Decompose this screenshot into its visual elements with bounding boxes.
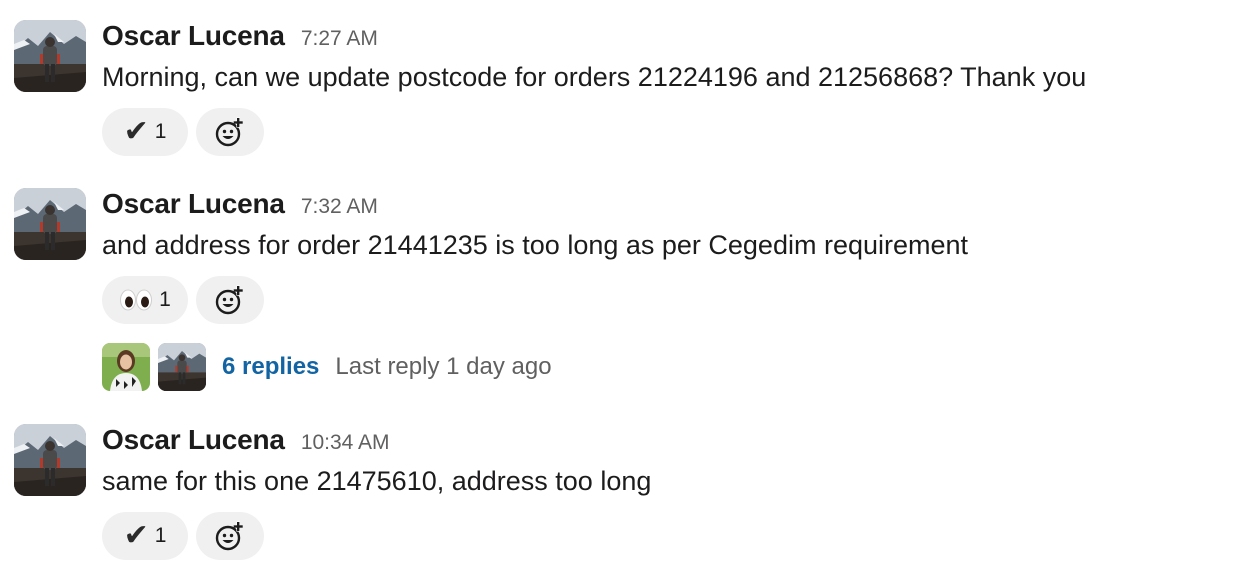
- oscar-lucena-avatar[interactable]: [14, 424, 86, 496]
- message-text: Morning, can we update postcode for orde…: [102, 62, 1087, 92]
- author-name[interactable]: Oscar Lucena: [102, 424, 285, 456]
- oscar-lucena-avatar[interactable]: [14, 188, 86, 260]
- add-reaction-button[interactable]: [196, 108, 264, 156]
- reactions-bar: ✔ 1: [102, 108, 264, 156]
- heavy-check-mark-icon: ✔: [123, 115, 149, 148]
- author-name[interactable]: Oscar Lucena: [102, 188, 285, 220]
- message-header: Oscar Lucena 10:34 AM: [102, 424, 390, 456]
- reaction-check-button[interactable]: ✔ 1: [102, 108, 188, 156]
- message-text: and address for order 21441235 is too lo…: [102, 230, 969, 260]
- thread-replies-link[interactable]: 6 replies: [222, 353, 319, 381]
- oscar-lucena-avatar[interactable]: [14, 20, 86, 92]
- participant-avatar: [102, 343, 150, 391]
- add-reaction-button[interactable]: [196, 276, 264, 324]
- reaction-check-button[interactable]: ✔ 1: [102, 512, 188, 560]
- reaction-count: 1: [154, 524, 167, 547]
- add-reaction-icon: [214, 284, 246, 316]
- message-text: same for this one 21475610, address too …: [102, 466, 652, 496]
- reaction-count: 1: [159, 288, 171, 311]
- thread-last-reply: Last reply 1 day ago: [335, 353, 552, 380]
- reactions-bar: 1: [102, 276, 264, 324]
- author-name[interactable]: Oscar Lucena: [102, 20, 285, 52]
- message-header: Oscar Lucena 7:32 AM: [102, 188, 378, 220]
- add-reaction-button[interactable]: [196, 512, 264, 560]
- message-header: Oscar Lucena 7:27 AM: [102, 20, 378, 52]
- eyes-icon: [120, 289, 153, 311]
- reaction-count: 1: [154, 120, 167, 143]
- timestamp[interactable]: 7:27 AM: [301, 27, 378, 51]
- timestamp[interactable]: 10:34 AM: [301, 431, 390, 455]
- thread-summary[interactable]: 6 replies Last reply 1 day ago: [102, 343, 552, 391]
- timestamp[interactable]: 7:32 AM: [301, 195, 378, 219]
- add-reaction-icon: [214, 520, 246, 552]
- reactions-bar: ✔ 1: [102, 512, 264, 560]
- heavy-check-mark-icon: ✔: [123, 519, 149, 552]
- participant-avatar: [158, 343, 206, 391]
- reaction-eyes-button[interactable]: 1: [102, 276, 188, 324]
- add-reaction-icon: [214, 116, 246, 148]
